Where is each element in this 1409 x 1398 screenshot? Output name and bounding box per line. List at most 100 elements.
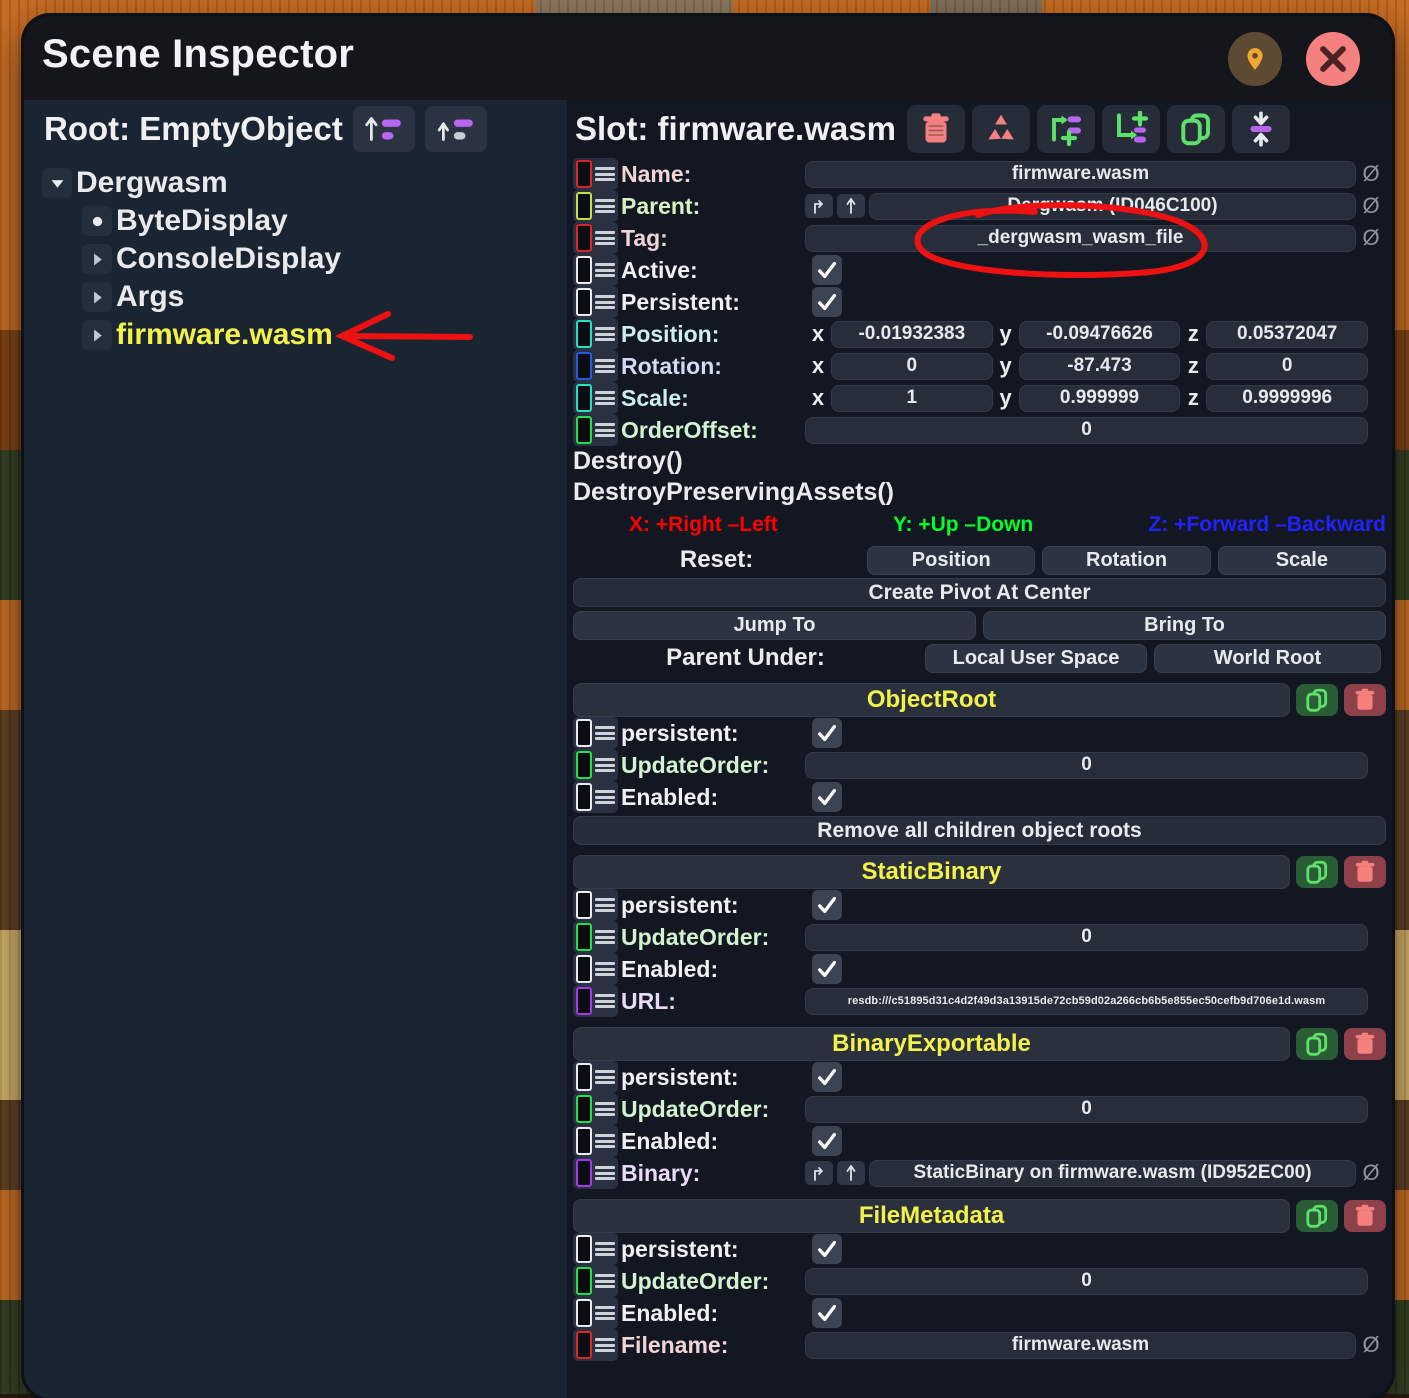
tree-item-firmware-wasm[interactable]: firmware.wasm	[38, 316, 567, 354]
field-menu-icon[interactable]	[595, 165, 615, 183]
name-value-field[interactable]: firmware.wasm	[805, 160, 1356, 188]
field-menu-icon[interactable]	[595, 325, 615, 343]
remove-component-button[interactable]	[1344, 1028, 1386, 1060]
field-menu-icon[interactable]	[595, 1132, 615, 1150]
binary-field[interactable]: StaticBinary on firmware.wasm (ID952EC00…	[869, 1159, 1356, 1187]
scale-z-field[interactable]: 0.9999996	[1206, 384, 1369, 412]
field-menu-icon[interactable]	[595, 756, 615, 774]
field-menu-icon[interactable]	[595, 229, 615, 247]
tree-item-dergwasm[interactable]: Dergwasm	[38, 164, 567, 202]
field-menu-icon[interactable]	[595, 1272, 615, 1290]
field-menu-icon[interactable]	[595, 1240, 615, 1258]
destroy-slot-button[interactable]	[906, 105, 965, 153]
tree-item-args[interactable]: Args	[38, 278, 567, 316]
tree-twisty-closed-icon[interactable]	[82, 282, 112, 312]
field-menu-icon[interactable]	[595, 928, 615, 946]
field-menu-icon[interactable]	[595, 261, 615, 279]
close-icon[interactable]	[1306, 32, 1360, 86]
jump-to-button[interactable]: Jump To	[573, 610, 976, 640]
parent-local-user-space-button[interactable]: Local User Space	[925, 643, 1147, 673]
remove-component-button[interactable]	[1344, 856, 1386, 888]
rotation-z-field[interactable]: 0	[1206, 352, 1369, 380]
enabled-checkbox[interactable]	[812, 782, 842, 812]
field-menu-icon[interactable]	[595, 197, 615, 215]
duplicate-component-button[interactable]	[1296, 684, 1338, 716]
field-menu-icon[interactable]	[595, 293, 615, 311]
pick-reference-button[interactable]	[805, 194, 833, 218]
function-button-destroy[interactable]: Destroy()	[573, 446, 1386, 477]
field-menu-icon[interactable]	[595, 960, 615, 978]
field-menu-icon[interactable]	[595, 1164, 615, 1182]
persistent-checkbox[interactable]	[812, 1062, 842, 1092]
persistent-checkbox[interactable]	[812, 1234, 842, 1264]
enabled-checkbox[interactable]	[812, 1298, 842, 1328]
bring-to-button[interactable]: Bring To	[983, 610, 1386, 640]
add-child-slot-button[interactable]	[1036, 105, 1095, 153]
duplicate-slot-button[interactable]	[1166, 105, 1225, 153]
duplicate-component-button[interactable]	[1296, 856, 1338, 888]
enabled-checkbox[interactable]	[812, 954, 842, 984]
updateorder-field[interactable]: 0	[805, 1267, 1368, 1295]
create-pivot-button[interactable]: Create Pivot At Center	[573, 578, 1386, 607]
persistent-checkbox[interactable]	[812, 718, 842, 748]
move-into-button[interactable]	[424, 106, 487, 152]
field-menu-icon[interactable]	[595, 896, 615, 914]
set-null-button[interactable]: Ø	[1356, 1160, 1386, 1186]
field-menu-icon[interactable]	[595, 788, 615, 806]
parent-value-field[interactable]: Dergwasm (ID046C100)	[869, 192, 1356, 220]
move-up-button[interactable]	[352, 106, 415, 152]
scale-x-field[interactable]: 1	[831, 384, 993, 412]
remove-component-button[interactable]	[1344, 684, 1386, 716]
open-reference-button[interactable]	[837, 1161, 865, 1185]
open-reference-button[interactable]	[837, 194, 865, 218]
updateorder-field[interactable]: 0	[805, 923, 1368, 951]
field-menu-icon[interactable]	[595, 389, 615, 407]
field-menu-icon[interactable]	[595, 724, 615, 742]
field-menu-icon[interactable]	[595, 1068, 615, 1086]
rotation-x-field[interactable]: 0	[831, 352, 993, 380]
component-title[interactable]: StaticBinary	[573, 855, 1290, 889]
tree-twisty-closed-icon[interactable]	[82, 244, 112, 274]
active-checkbox[interactable]	[812, 255, 842, 285]
position-x-field[interactable]: -0.01932383	[831, 320, 993, 348]
component-title[interactable]: FileMetadata	[573, 1199, 1290, 1233]
tree-item-bytedisplay[interactable]: ByteDisplay	[38, 202, 567, 240]
orderoffset-field[interactable]: 0	[805, 416, 1368, 444]
set-null-button[interactable]: Ø	[1356, 161, 1386, 187]
component-footer-button[interactable]: Remove all children object roots	[573, 816, 1386, 845]
tree-twisty-open-icon[interactable]	[42, 168, 72, 198]
tag-value-field[interactable]: _dergwasm_wasm_file	[805, 224, 1356, 252]
field-menu-icon[interactable]	[595, 357, 615, 375]
field-menu-icon[interactable]	[595, 1100, 615, 1118]
tree-item-consoledisplay[interactable]: ConsoleDisplay	[38, 240, 567, 278]
position-y-field[interactable]: -0.09476626	[1018, 320, 1181, 348]
destroy-preserving-button[interactable]	[971, 105, 1030, 153]
field-menu-icon[interactable]	[595, 1336, 615, 1354]
set-null-button[interactable]: Ø	[1356, 193, 1386, 219]
pick-reference-button[interactable]	[805, 1161, 833, 1185]
field-menu-icon[interactable]	[595, 421, 615, 439]
rotation-y-field[interactable]: -87.473	[1018, 352, 1181, 380]
reset-position-button[interactable]: Position	[867, 545, 1036, 575]
duplicate-component-button[interactable]	[1296, 1200, 1338, 1232]
updateorder-field[interactable]: 0	[805, 1095, 1368, 1123]
add-sibling-slot-button[interactable]	[1101, 105, 1160, 153]
position-z-field[interactable]: 0.05372047	[1206, 320, 1369, 348]
set-null-button[interactable]: Ø	[1356, 1332, 1386, 1358]
scale-y-field[interactable]: 0.999999	[1018, 384, 1181, 412]
tree-twisty-closed-icon[interactable]	[82, 320, 112, 350]
persistent-checkbox[interactable]	[812, 287, 842, 317]
component-title[interactable]: ObjectRoot	[573, 683, 1290, 717]
pin-icon[interactable]	[1228, 32, 1282, 86]
field-menu-icon[interactable]	[595, 992, 615, 1010]
field-menu-icon[interactable]	[595, 1304, 615, 1322]
set-null-button[interactable]: Ø	[1356, 225, 1386, 251]
enabled-checkbox[interactable]	[812, 1126, 842, 1156]
collapse-expand-button[interactable]	[1231, 105, 1290, 153]
reset-rotation-button[interactable]: Rotation	[1042, 545, 1211, 575]
reset-scale-button[interactable]: Scale	[1217, 545, 1387, 575]
function-button-destroy-preserving-assets[interactable]: DestroyPreservingAssets()	[573, 477, 1386, 508]
updateorder-field[interactable]: 0	[805, 751, 1368, 779]
duplicate-component-button[interactable]	[1296, 1028, 1338, 1060]
parent-world-root-button[interactable]: World Root	[1154, 643, 1381, 673]
